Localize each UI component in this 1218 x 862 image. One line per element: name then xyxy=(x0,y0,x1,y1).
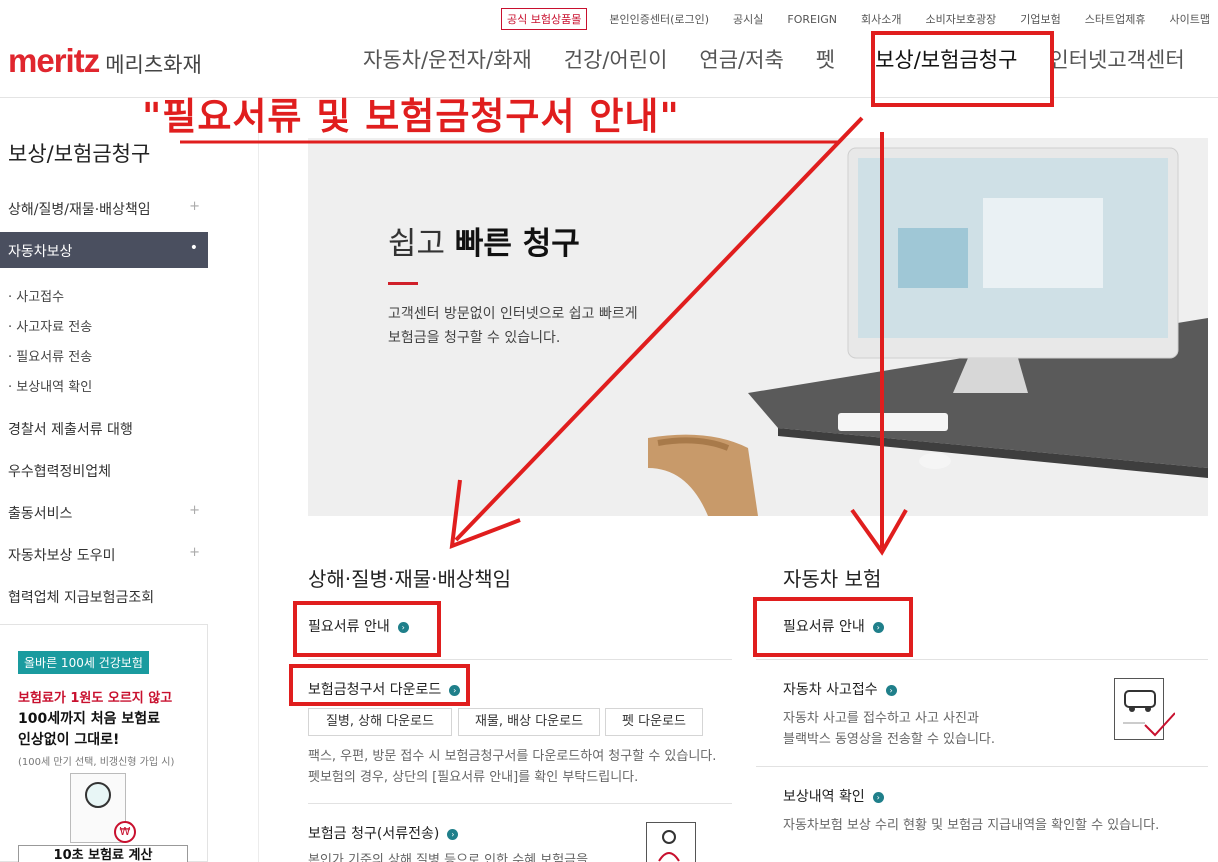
divider xyxy=(756,766,1208,767)
annotation-box-injury-docs xyxy=(293,601,441,657)
plus-icon: + xyxy=(189,503,200,518)
util-link-consumer[interactable]: 소비자보호광장 xyxy=(925,11,996,27)
ad-badge: 올바른 100세 건강보험 xyxy=(18,651,149,674)
car-accident-link[interactable]: 자동차 사고접수 › xyxy=(783,679,897,699)
hero-desc-line1: 고객센터 방문없이 인터넷으로 쉽고 빠르게 xyxy=(388,306,638,322)
divider xyxy=(308,659,732,660)
annotation-title: "필요서류 및 보험금청구서 안내" xyxy=(142,95,680,138)
hero-title-light: 쉽고 xyxy=(388,226,455,262)
util-link-login[interactable]: 본인인증센터(로그인) xyxy=(609,11,709,27)
util-link-sitemap[interactable]: 사이트맵 xyxy=(1170,11,1210,27)
car-accident-desc: 자동차 사고를 접수하고 사고 사진과 블랙박스 동영상을 전송할 수 있습니다… xyxy=(783,708,995,750)
ad-headline: 100세까지 처음 보험료 인상없이 그대로! xyxy=(18,709,160,751)
desc-line1: 자동차 사고를 접수하고 사고 사진과 xyxy=(783,711,979,726)
sidebar-sub-history[interactable]: · 보상내역 확인 xyxy=(8,376,92,395)
annotation-box-claim-download xyxy=(289,664,470,706)
health-insurance-ad[interactable]: 올바른 100세 건강보험 보험료가 1원도 오르지 않고 100세까지 처음 … xyxy=(0,624,208,862)
document-person-icon xyxy=(646,822,696,862)
arrow-right-icon: › xyxy=(447,829,459,840)
section-title-car: 자동차 보험 xyxy=(783,567,882,591)
nav-customer-center[interactable]: 인터넷고객센터 xyxy=(1049,44,1184,74)
util-link-corporate[interactable]: 기업보험 xyxy=(1020,11,1060,27)
sidebar-item-label: 경찰서 제출서류 대행 xyxy=(8,422,133,438)
active-dot-icon: • xyxy=(189,240,198,256)
ad-highlight: 보험료가 1원도 오르지 않고 xyxy=(18,691,173,706)
hero-description: 고객센터 방문없이 인터넷으로 쉽고 빠르게 보험금을 청구할 수 있습니다. xyxy=(388,302,688,350)
desk-computer-illustration xyxy=(648,147,1208,516)
hero-accent-bar xyxy=(388,282,418,285)
official-shop-link[interactable]: 공식 보험상품몰 xyxy=(501,8,588,30)
claim-history-link[interactable]: 보상내역 확인 › xyxy=(783,786,884,806)
sidebar-sub-accident-report[interactable]: · 사고접수 xyxy=(8,286,64,305)
note-line1: 팩스, 우편, 방문 접수 시 보험금청구서를 다운로드하여 청구할 수 있습니… xyxy=(308,749,717,764)
util-link-disclosure[interactable]: 공시실 xyxy=(733,11,763,27)
nav-pet[interactable]: 펫 xyxy=(816,44,835,74)
sidebar-item-label: 자동차보상 xyxy=(8,244,73,260)
won-coin-icon: ₩ xyxy=(114,821,136,843)
nav-health[interactable]: 건강/어린이 xyxy=(564,44,668,74)
sidebar-item-car-helper[interactable]: 자동차보상 도우미 + xyxy=(8,545,208,565)
claim-history-desc: 자동차보험 보상 수리 현황 및 보험금 지급내역을 확인할 수 있습니다. xyxy=(783,818,1160,833)
desc-line2: 블랙박스 동영상을 전송할 수 있습니다. xyxy=(783,732,996,747)
link-label: 보상내역 확인 xyxy=(783,789,865,805)
sidebar-item-dispatch[interactable]: 출동서비스 + xyxy=(8,503,208,523)
sidebar-sub-accident-data[interactable]: · 사고자료 전송 xyxy=(8,316,92,335)
sidebar-item-car-claims[interactable]: 자동차보상 • xyxy=(0,232,208,268)
sidebar-title: 보상/보험금청구 xyxy=(8,142,151,166)
sidebar-item-label: 협력업체 지급보험금조회 xyxy=(8,590,155,606)
hero-title-bold: 빠른 청구 xyxy=(454,226,580,262)
nav-pension[interactable]: 연금/저축 xyxy=(699,44,783,74)
sidebar-item-police[interactable]: 경찰서 제출서류 대행 xyxy=(8,419,208,439)
arrow-right-icon: › xyxy=(872,792,884,803)
sidebar-divider xyxy=(258,98,259,862)
download-pet-button[interactable]: 펫 다운로드 xyxy=(605,708,703,736)
car-document-icon xyxy=(1114,678,1176,740)
link-label: 자동차 사고접수 xyxy=(783,682,878,698)
divider xyxy=(756,659,1208,660)
ad-headline-line2: 인상없이 그대로! xyxy=(18,732,120,748)
sidebar-item-label: 상해/질병/재물·배상책임 xyxy=(8,202,151,218)
sidebar-item-injury[interactable]: 상해/질병/재물·배상책임 + xyxy=(8,199,208,219)
hero-title: 쉽고 빠른 청구 xyxy=(388,218,580,263)
premium-calc-button[interactable]: 10초 보험료 계산 xyxy=(18,845,188,862)
link-label: 보험금 청구(서류전송) xyxy=(308,826,440,842)
download-note: 팩스, 우편, 방문 접수 시 보험금청구서를 다운로드하여 청구할 수 있습니… xyxy=(308,746,716,788)
ad-headline-line1: 100세까지 처음 보험료 xyxy=(18,711,161,727)
annotation-box-car-docs xyxy=(753,597,913,657)
download-injury-button[interactable]: 질병, 상해 다운로드 xyxy=(308,708,452,736)
sidebar-item-repair-shops[interactable]: 우수협력정비업체 xyxy=(8,461,208,481)
divider xyxy=(308,803,732,804)
download-property-button[interactable]: 재물, 배상 다운로드 xyxy=(458,708,600,736)
util-link-startup[interactable]: 스타트업제휴 xyxy=(1085,11,1146,27)
plus-icon: + xyxy=(189,545,200,560)
nav-car[interactable]: 자동차/운전자/화재 xyxy=(363,44,532,74)
note-line2: 펫보험의 경우, 상단의 [필요서류 안내]를 확인 부탁드립니다. xyxy=(308,770,639,785)
logo-ko: 메리츠화재 xyxy=(105,53,202,77)
ad-note: (100세 만기 선택, 비갱신형 가입 시) xyxy=(18,757,175,768)
sidebar-item-label: 우수협력정비업체 xyxy=(8,464,112,480)
arrow-right-icon: › xyxy=(885,685,897,696)
hero-desc-line2: 보험금을 청구할 수 있습니다. xyxy=(388,330,561,346)
logo-en: meritz xyxy=(8,42,100,79)
hero-banner: 쉽고 빠른 청구 고객센터 방문없이 인터넷으로 쉽고 빠르게 보험금을 청구할… xyxy=(308,138,1208,516)
util-link-company[interactable]: 회사소개 xyxy=(861,11,901,27)
sidebar-item-label: 출동서비스 xyxy=(8,506,73,522)
sidebar-item-label: 자동차보상 도우미 xyxy=(8,548,116,564)
sidebar-sub-documents[interactable]: · 필요서류 전송 xyxy=(8,346,92,365)
sidebar-item-partner-lookup[interactable]: 협력업체 지급보험금조회 xyxy=(8,587,208,607)
utility-bar: 공식 보험상품몰 본인인증센터(로그인) 공시실 FOREIGN 회사소개 소비… xyxy=(501,6,1210,32)
claim-submit-link[interactable]: 보험금 청구(서류전송) › xyxy=(308,823,459,843)
annotation-box-claims-nav xyxy=(871,31,1054,107)
section-title-injury: 상해·질병·재물·배상책임 xyxy=(308,567,512,591)
util-link-foreign[interactable]: FOREIGN xyxy=(787,13,837,26)
claim-submit-desc: 본인가 기준의 상해 질병 등으로 인한 수혜 보험금을 xyxy=(308,853,589,862)
brand-logo[interactable]: meritz 메리츠화재 xyxy=(8,42,202,80)
plus-icon: + xyxy=(189,199,200,214)
main-nav: 자동차/운전자/화재 건강/어린이 연금/저축 펫 보상/보험금청구 인터넷고객… xyxy=(363,44,1185,74)
